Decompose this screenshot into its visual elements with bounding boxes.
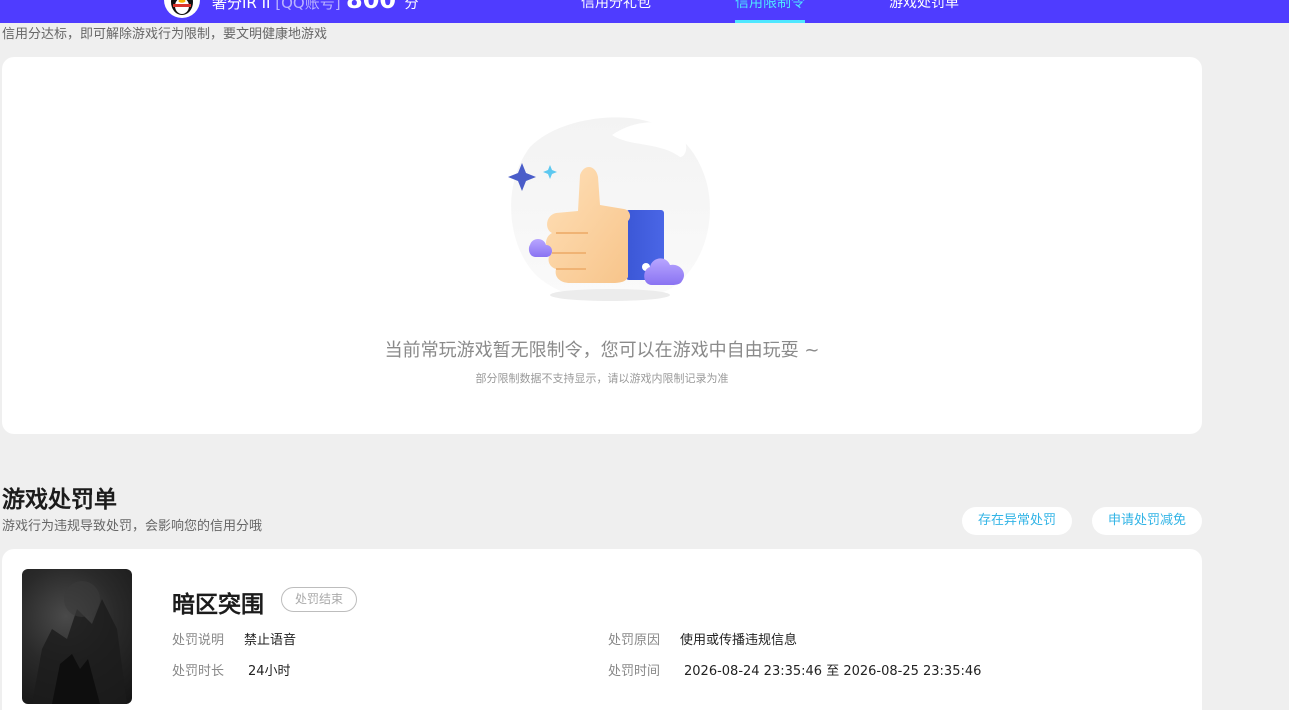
penalty-reason-value: 使用或传播违规信息: [680, 633, 798, 648]
penalty-desc-label: 处罚说明: [172, 633, 225, 648]
penalty-section-title: 游戏处罚单: [2, 487, 117, 513]
credit-score-value: 800: [346, 0, 397, 14]
qq-avatar[interactable]: [164, 0, 200, 18]
game-name: 暗区突围: [172, 592, 264, 618]
empty-state-message: 当前常玩游戏暂无限制令，您可以在游戏中自由玩耍 ~: [384, 340, 820, 361]
credit-score: 800 分: [346, 0, 418, 14]
penalty-duration-value: 24小时: [248, 664, 291, 679]
nav-credit-restriction[interactable]: 信用限制令: [735, 0, 805, 12]
user-name-text: 奢分IR II: [212, 0, 271, 12]
restriction-empty-card: 当前常玩游戏暂无限制令，您可以在游戏中自由玩耍 ~ 部分限制数据不支持显示，请以…: [2, 57, 1202, 434]
page-subtitle: 信用分达标，即可解除游戏行为限制，要文明健康地游戏: [2, 27, 328, 42]
game-cover-art: [32, 581, 127, 704]
penguin-icon: [171, 0, 193, 15]
appeal-reduction-button[interactable]: 申请处罚减免: [1092, 507, 1202, 535]
penalty-status-badge: 处罚结束: [281, 587, 358, 612]
penalty-section-description: 游戏行为违规导致处罚，会影响您的信用分哦: [2, 519, 263, 534]
top-nav-bar: 奢分IR II [QQ账号] 800 分 信用分礼包 信用限制令 游戏处罚单: [0, 0, 1289, 23]
penalty-time-value: 2026-08-24 23:35:46 至 2026-08-25 23:35:4…: [684, 664, 982, 679]
account-type: [QQ账号]: [275, 0, 341, 12]
game-cover-image: [22, 569, 132, 704]
abnormal-penalty-button[interactable]: 存在异常处罚: [962, 507, 1072, 535]
empty-state-note: 部分限制数据不支持显示，请以游戏内限制记录为准: [475, 372, 729, 385]
nav-active-indicator: [735, 20, 805, 23]
penalty-desc-value: 禁止语音: [244, 633, 297, 648]
penalty-reason-label: 处罚原因: [608, 633, 661, 648]
nav-credit-gift[interactable]: 信用分礼包: [581, 0, 651, 12]
nav-penalty-list[interactable]: 游戏处罚单: [889, 0, 959, 12]
credit-score-unit: 分: [404, 0, 419, 12]
penalty-duration-label: 处罚时长: [172, 664, 225, 679]
penalty-time-label: 处罚时间: [608, 664, 661, 679]
thumbs-up-illustration: [508, 117, 710, 301]
penalty-card: 暗区突围 处罚结束 处罚说明 禁止语音 处罚时长 24小时 处罚原因 使用或传播…: [2, 549, 1202, 710]
user-name: 奢分IR II [QQ账号]: [212, 0, 341, 13]
